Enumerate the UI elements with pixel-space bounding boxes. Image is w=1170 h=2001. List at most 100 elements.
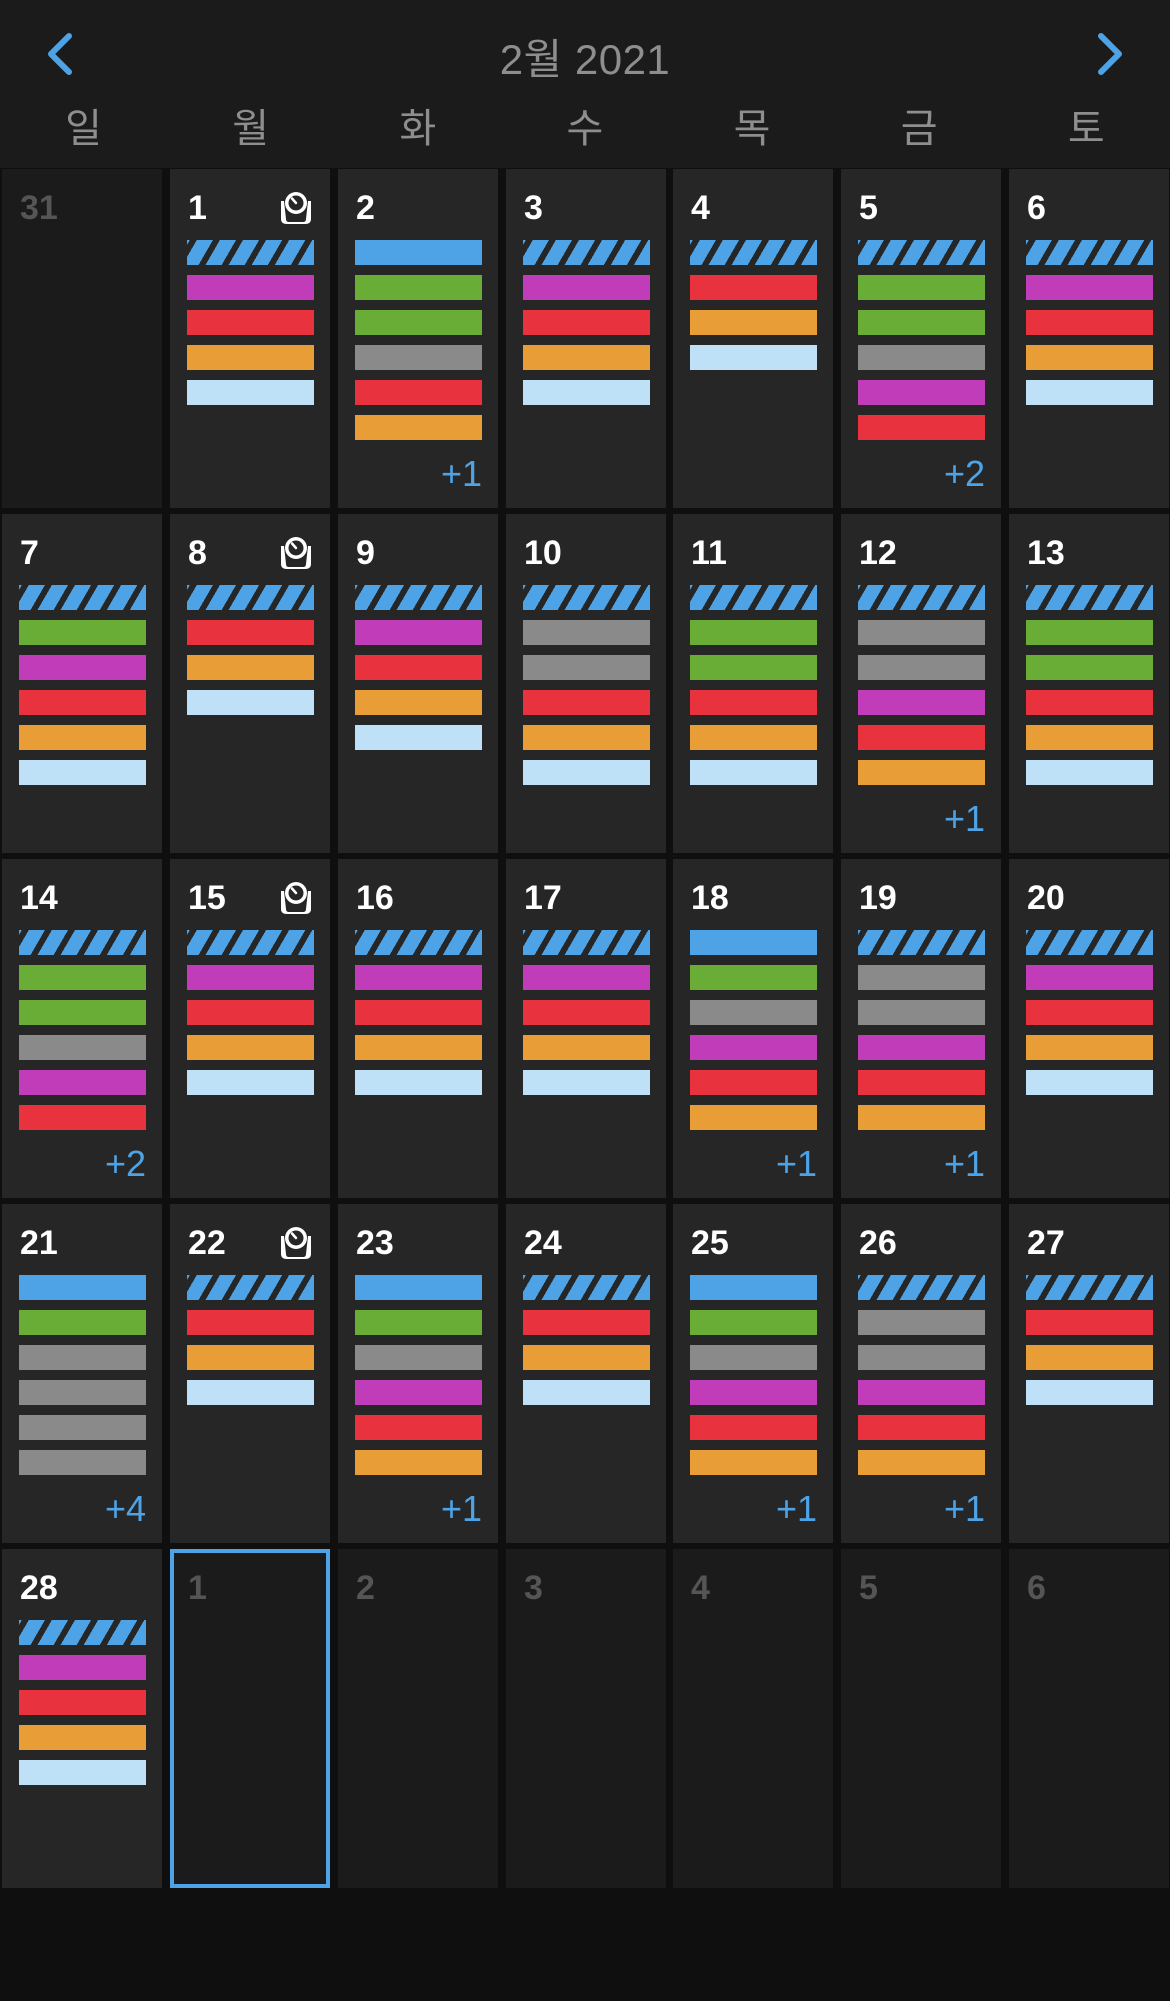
- event-bar-orange: [19, 1725, 146, 1750]
- weekday-thu: 목: [733, 107, 771, 151]
- event-bar-purple: [187, 275, 314, 300]
- weekday-wed: 수: [566, 107, 604, 151]
- event-bar-red: [1026, 310, 1153, 335]
- event-bar-red: [355, 655, 482, 680]
- event-bar-striped: [187, 930, 314, 955]
- more-events-count: +1: [943, 798, 985, 839]
- day-cell-wed[interactable]: 3: [506, 1549, 666, 1888]
- day-cell-sun[interactable]: 28: [2, 1549, 162, 1888]
- event-bar-orange: [187, 1035, 314, 1060]
- day-cell-fri[interactable]: 12 +1: [841, 514, 1001, 853]
- day-cell-fri[interactable]: 5: [841, 1549, 1001, 1888]
- event-bar-striped: [523, 1275, 650, 1300]
- event-bar-striped: [187, 240, 314, 265]
- day-cell-thu[interactable]: 4: [673, 169, 833, 508]
- event-bar-red: [858, 415, 985, 440]
- day-cell-tue[interactable]: 16: [338, 859, 498, 1198]
- event-bar-green: [690, 655, 817, 680]
- weekday-fri: 금: [900, 107, 938, 151]
- event-bar-red: [690, 1070, 817, 1095]
- event-bar-striped: [523, 585, 650, 610]
- event-bar-gray: [19, 1345, 146, 1370]
- day-cell-mon[interactable]: 22: [170, 1204, 330, 1543]
- event-bar-red: [523, 690, 650, 715]
- event-bar-striped: [858, 1275, 985, 1300]
- event-bar-striped: [690, 240, 817, 265]
- event-bar-orange: [1026, 1035, 1153, 1060]
- day-cell-wed[interactable]: 24: [506, 1204, 666, 1543]
- event-bar-purple: [523, 275, 650, 300]
- event-bar-lightblue: [355, 725, 482, 750]
- event-bar-orange: [355, 1450, 482, 1475]
- event-bar-lightblue: [1026, 1070, 1153, 1095]
- timer-icon: [281, 192, 311, 224]
- event-bar-green: [1026, 620, 1153, 645]
- day-cell-tue[interactable]: 9: [338, 514, 498, 853]
- next-month-button[interactable]: [1078, 22, 1142, 86]
- day-number: 15: [188, 879, 226, 917]
- day-number: 18: [691, 879, 729, 917]
- event-bar-lightblue: [1026, 760, 1153, 785]
- day-cell-fri[interactable]: 26 +1: [841, 1204, 1001, 1543]
- event-bar-lightblue: [523, 1070, 650, 1095]
- day-cell-mon[interactable]: 8: [170, 514, 330, 853]
- day-number: 8: [188, 534, 207, 572]
- day-number: 1: [188, 1569, 207, 1607]
- day-cell-wed[interactable]: 3: [506, 169, 666, 508]
- event-bar-striped: [858, 585, 985, 610]
- event-bar-purple: [355, 620, 482, 645]
- day-cell-sat[interactable]: 6: [1009, 169, 1169, 508]
- day-number: 4: [691, 189, 710, 227]
- day-cell-sun[interactable]: 14 +2: [2, 859, 162, 1198]
- chevron-right-icon: [1098, 33, 1122, 75]
- day-cell-tue[interactable]: 23 +1: [338, 1204, 498, 1543]
- event-bar-red: [1026, 1310, 1153, 1335]
- more-events-count: +2: [104, 1143, 146, 1184]
- weekday-mon: 월: [232, 107, 270, 151]
- weekday-row: 일 월 화 수 목 금 토: [0, 96, 1170, 156]
- day-cell-sun[interactable]: 7: [2, 514, 162, 853]
- day-cell-thu[interactable]: 25 +1: [673, 1204, 833, 1543]
- day-cell-thu[interactable]: 4: [673, 1549, 833, 1888]
- day-cell-mon[interactable]: 1: [170, 169, 330, 508]
- day-cell-wed[interactable]: 17: [506, 859, 666, 1198]
- timer-icon: [281, 537, 311, 569]
- more-events-count: +1: [440, 453, 482, 494]
- day-cell-mon[interactable]: 1: [170, 1549, 330, 1888]
- event-bar-striped: [1026, 585, 1153, 610]
- event-bar-red: [858, 1070, 985, 1095]
- event-bar-green: [355, 1310, 482, 1335]
- day-cell-thu[interactable]: 18 +1: [673, 859, 833, 1198]
- event-bar-green: [690, 1310, 817, 1335]
- day-cell-sat[interactable]: 20: [1009, 859, 1169, 1198]
- day-cell-tue[interactable]: 2: [338, 1549, 498, 1888]
- event-bar-green: [690, 620, 817, 645]
- day-cell-sat[interactable]: 27: [1009, 1204, 1169, 1543]
- day-cell-sun[interactable]: 21 +4: [2, 1204, 162, 1543]
- event-bar-red: [19, 1105, 146, 1130]
- event-bar-purple: [858, 1035, 985, 1060]
- day-cell-sat[interactable]: 6: [1009, 1549, 1169, 1888]
- event-bar-red: [523, 1000, 650, 1025]
- event-bar-gray: [523, 620, 650, 645]
- day-cell-wed[interactable]: 10: [506, 514, 666, 853]
- day-cell-sun[interactable]: 31: [2, 169, 162, 508]
- event-bar-gray: [858, 1000, 985, 1025]
- event-bar-red: [858, 725, 985, 750]
- event-bar-striped: [187, 585, 314, 610]
- event-bar-blue: [690, 930, 817, 955]
- day-cell-fri[interactable]: 19 +1: [841, 859, 1001, 1198]
- event-bar-purple: [690, 1380, 817, 1405]
- event-bar-orange: [523, 1345, 650, 1370]
- day-number: 5: [859, 1569, 878, 1607]
- day-number: 23: [356, 1224, 394, 1262]
- day-cell-thu[interactable]: 11: [673, 514, 833, 853]
- day-cell-fri[interactable]: 5 +2: [841, 169, 1001, 508]
- day-cell-mon[interactable]: 15: [170, 859, 330, 1198]
- day-cell-tue[interactable]: 2 +1: [338, 169, 498, 508]
- event-bar-gray: [858, 620, 985, 645]
- day-cell-sat[interactable]: 13: [1009, 514, 1169, 853]
- event-bar-orange: [690, 310, 817, 335]
- day-number: 6: [1027, 1569, 1046, 1607]
- event-bar-red: [690, 275, 817, 300]
